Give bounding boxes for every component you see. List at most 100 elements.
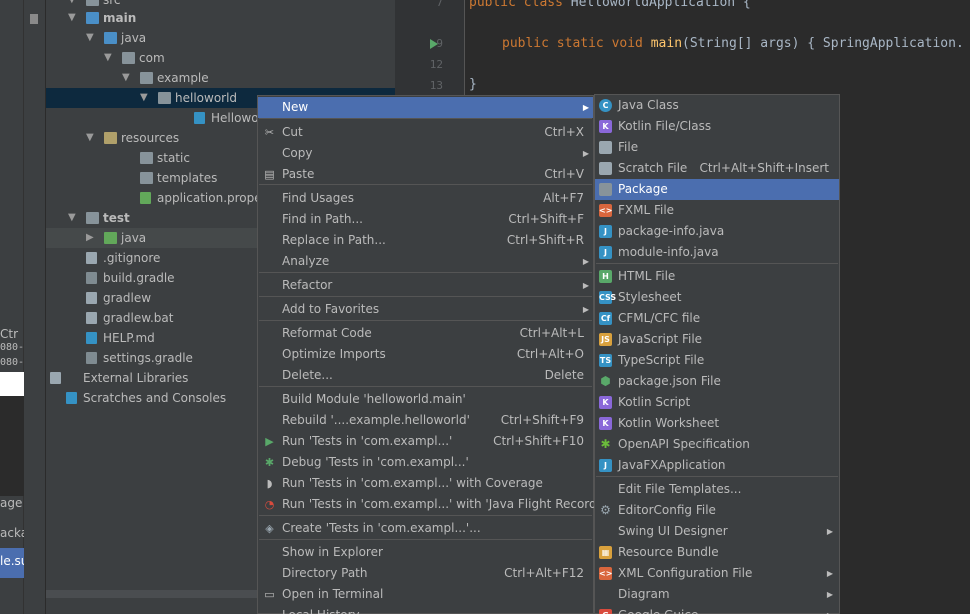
menu-item-label: EditorConfig File [618, 503, 716, 517]
context-menu-item[interactable]: Refactor ▶ [258, 275, 593, 296]
new-submenu-item[interactable]: File [595, 137, 839, 158]
menu-item-label: Run 'Tests in 'com.exampl...' with 'Java… [282, 497, 613, 511]
background-text: 080- [0, 357, 24, 368]
context-menu-item[interactable]: ✱ Debug 'Tests in 'com.exampl...' [258, 452, 593, 473]
expand-arrow-icon[interactable]: ▼ [140, 88, 150, 108]
new-submenu-item[interactable]: K Kotlin Script [595, 392, 839, 413]
context-menu-item[interactable]: Analyze ▶ [258, 251, 593, 272]
script-icon [86, 292, 97, 304]
script-icon [86, 312, 97, 324]
submenu-arrow-icon: ▶ [582, 281, 589, 290]
scissors-icon: ✂ [264, 126, 275, 139]
menu-item-label: File [618, 140, 639, 154]
menu-item-label: Directory Path [282, 566, 368, 580]
new-submenu-item[interactable]: <> FXML File [595, 200, 839, 221]
libraries-icon [50, 372, 61, 384]
context-menu-item[interactable]: Delete... Delete [258, 365, 593, 386]
menu-separator [596, 263, 838, 264]
context-menu-item[interactable]: Replace in Path... Ctrl+Shift+R [258, 230, 593, 251]
java-file-icon: J [599, 246, 612, 259]
new-submenu-item[interactable]: TS TypeScript File [595, 350, 839, 371]
new-submenu-item[interactable]: ⬢ package.json File [595, 371, 839, 392]
context-menu-item[interactable]: ◗ Run 'Tests in 'com.exampl...' with Cove… [258, 473, 593, 494]
menu-item-label: Google Guice [618, 605, 698, 614]
context-menu-item[interactable]: Build Module 'helloworld.main' [258, 389, 593, 410]
gear-icon: ⚙ [600, 503, 611, 517]
new-submenu-item[interactable]: Package [595, 179, 839, 200]
context-menu-item[interactable]: Optimize Imports Ctrl+Alt+O [258, 344, 593, 365]
collapse-arrow-icon[interactable]: ▶ [86, 228, 96, 248]
structure-icon[interactable] [30, 14, 38, 24]
expand-arrow-icon[interactable]: ▼ [86, 28, 96, 48]
context-menu-item[interactable]: Copy ▶ [258, 143, 593, 164]
menu-item-label: JavaScript File [618, 332, 703, 346]
javafx-icon: J [599, 459, 612, 472]
expand-arrow-icon[interactable]: ▼ [86, 128, 96, 148]
new-submenu-item[interactable]: H HTML File [595, 266, 839, 287]
new-submenu-item[interactable]: C Java Class [595, 95, 839, 116]
context-menu-item[interactable]: Find in Path... Ctrl+Shift+F [258, 209, 593, 230]
context-menu-item[interactable]: Directory Path Ctrl+Alt+F12 [258, 563, 593, 584]
package-icon [599, 183, 612, 196]
new-submenu-item[interactable]: Jpackage-info.java [595, 221, 839, 242]
tree-item[interactable]: ▼ example [46, 68, 395, 88]
new-submenu-item[interactable]: JS JavaScript File [595, 329, 839, 350]
expand-arrow-icon[interactable]: ▼ [122, 68, 132, 88]
background-text: 080- [0, 342, 24, 353]
line-number: 12 [429, 58, 443, 71]
test-source-folder-icon [104, 232, 117, 244]
context-menu-item[interactable]: Show in Explorer [258, 542, 593, 563]
line-number: 7 [436, 0, 443, 9]
new-submenu-item[interactable]: <> XML Configuration File ▶ [595, 563, 839, 584]
context-menu-item[interactable]: Local History [258, 605, 593, 614]
tree-item-label: java [121, 31, 147, 45]
new-submenu-item[interactable]: Swing UI Designer ▶ [595, 521, 839, 542]
context-menu-item[interactable]: ✂ Cut Ctrl+X [258, 122, 593, 143]
new-submenu-item[interactable]: ⚙ EditorConfig File [595, 500, 839, 521]
context-menu-item[interactable]: ◈ Create 'Tests in 'com.exampl...'... [258, 518, 593, 539]
package-icon [158, 92, 171, 104]
context-menu-item[interactable]: Find Usages Alt+F7 [258, 188, 593, 209]
new-submenu-item[interactable]: ✱ OpenAPI Specification [595, 434, 839, 455]
new-submenu-item[interactable]: CSS Stylesheet [595, 287, 839, 308]
expand-arrow-icon[interactable]: ▼ [68, 8, 78, 28]
new-submenu-item[interactable]: K Kotlin File/Class [595, 116, 839, 137]
context-menu-item[interactable]: Add to Favorites ▶ [258, 299, 593, 320]
context-menu-item[interactable]: ▤ Paste Ctrl+V [258, 164, 593, 185]
context-menu-item[interactable]: Rebuild '....example.helloworld' Ctrl+Shi… [258, 410, 593, 431]
menu-item-label: FXML File [618, 203, 675, 217]
tree-item-label: resources [121, 131, 180, 145]
new-submenu-item[interactable]: Diagram ▶ [595, 584, 839, 605]
resources-folder-icon [104, 132, 117, 144]
menu-item-label: Kotlin Worksheet [618, 416, 720, 430]
new-submenu-item[interactable]: Jmodule-info.java [595, 242, 839, 263]
tool-window-strip[interactable] [24, 0, 46, 614]
tree-item[interactable]: ▼ java [46, 28, 395, 48]
tree-item[interactable]: ▼ com [46, 48, 395, 68]
expand-arrow-icon[interactable]: ▼ [104, 48, 114, 68]
context-menu-item[interactable]: ◔ Run 'Tests in 'com.exampl...' with 'Jav… [258, 494, 613, 515]
context-menu-item[interactable]: Reformat Code Ctrl+Alt+L [258, 323, 593, 344]
menu-item-shortcut: Ctrl+Shift+F10 [493, 434, 584, 448]
expand-arrow-icon[interactable]: ▼ [68, 208, 78, 228]
menu-item-shortcut: Delete [544, 368, 584, 382]
menu-item-shortcut: Ctrl+Alt+O [516, 347, 584, 361]
new-submenu-item[interactable]: G Google Guice ▶ [595, 605, 839, 614]
run-gutter-icon[interactable] [430, 39, 438, 49]
new-submenu-item[interactable]: J JavaFXApplication [595, 455, 839, 476]
new-submenu-item[interactable]: K Kotlin Worksheet [595, 413, 839, 434]
npm-icon: ⬢ [600, 374, 611, 388]
context-menu-item[interactable]: ▶ Run 'Tests in 'com.exampl...' Ctrl+Shift… [258, 431, 593, 452]
context-menu-item[interactable]: New ▶ [258, 97, 593, 118]
new-submenu-item[interactable]: Edit File Templates... [595, 479, 839, 500]
tree-item[interactable]: ▼ main [46, 8, 395, 28]
menu-item-shortcut: Ctrl+Shift+R [506, 233, 584, 247]
new-submenu-item[interactable]: Scratch File Ctrl+Alt+Shift+Insert [595, 158, 839, 179]
menu-item-shortcut: Ctrl+Alt+Shift+Insert [699, 161, 829, 175]
menu-item-label: HTML File [618, 269, 676, 283]
menu-item-label: CFML/CFC file [618, 311, 701, 325]
new-submenu-item[interactable]: Cf CFML/CFC file [595, 308, 839, 329]
submenu-arrow-icon: ▶ [826, 527, 833, 536]
new-submenu-item[interactable]: ▦ Resource Bundle [595, 542, 839, 563]
context-menu-item[interactable]: ▭ Open in Terminal [258, 584, 593, 605]
